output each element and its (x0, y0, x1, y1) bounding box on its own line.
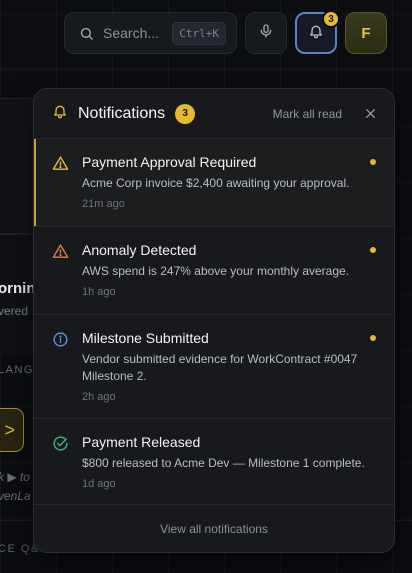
notification-count-badge: 3 (322, 10, 340, 28)
notification-title: Milestone Submitted (82, 330, 209, 346)
panel-header: Notifications 3 Mark all read (34, 89, 394, 139)
chevron-right-icon: > (4, 419, 15, 440)
search-icon (79, 26, 94, 41)
close-button[interactable] (362, 106, 378, 122)
notification-title: Payment Released (82, 434, 201, 450)
search-shortcut-badge: Ctrl+K (172, 21, 226, 45)
notification-time: 21m ago (82, 198, 125, 210)
search-placeholder: Search... (103, 25, 160, 41)
topbar-divider (0, 68, 412, 69)
alert-triangle-icon (52, 242, 70, 314)
close-icon (365, 109, 375, 118)
notification-message: Vendor submitted evidence for WorkContra… (82, 352, 358, 383)
user-avatar[interactable]: F (345, 12, 387, 54)
panel-title: Notifications (78, 104, 166, 122)
check-circle-icon (52, 434, 70, 504)
notification-title: Payment Approval Required (82, 154, 257, 170)
notification-time: 1d ago (82, 478, 116, 490)
notification-title: Anomaly Detected (82, 242, 197, 258)
unread-dot (370, 159, 376, 165)
notification-item[interactable]: Anomaly Detected AWS spend is 247% above… (34, 227, 394, 315)
next-arrow-button[interactable]: > (0, 408, 24, 452)
warning-triangle-icon (52, 154, 70, 226)
notification-message: Acme Corp invoice $2,400 awaiting your a… (82, 176, 350, 190)
subtitle-fragment: vered (0, 304, 29, 318)
search-box[interactable]: Search... Ctrl+K (64, 12, 237, 54)
notification-item[interactable]: Payment Approval Required Acme Corp invo… (34, 139, 394, 227)
notification-time: 2h ago (82, 391, 116, 403)
panel-footer: View all notifications (34, 505, 394, 552)
hint-line-2: venLa (0, 489, 31, 503)
notifications-panel: Notifications 3 Mark all read Payment Ap… (33, 88, 395, 553)
view-all-notifications-link[interactable]: View all notifications (160, 522, 268, 536)
info-circle-icon (52, 330, 70, 418)
bell-icon (308, 23, 324, 44)
notification-message: $800 released to Acme Dev — Milestone 1 … (82, 456, 365, 470)
voice-button[interactable] (245, 12, 287, 54)
notification-item[interactable]: Milestone Submitted Vendor submitted evi… (34, 315, 394, 419)
unread-dot (370, 247, 376, 253)
section-label-fragment: LANG (0, 364, 34, 376)
notification-message: AWS spend is 247% above your monthly ave… (82, 264, 350, 278)
bell-icon (52, 103, 68, 124)
mark-all-read-button[interactable]: Mark all read (273, 107, 342, 121)
unread-dot (370, 335, 376, 341)
notification-time: 1h ago (82, 286, 116, 298)
unread-count-badge: 3 (175, 103, 196, 124)
microphone-icon (258, 23, 274, 44)
hint-line-1: k ▶ to (0, 470, 30, 484)
notification-item[interactable]: Payment Released $800 released to Acme D… (34, 419, 394, 505)
